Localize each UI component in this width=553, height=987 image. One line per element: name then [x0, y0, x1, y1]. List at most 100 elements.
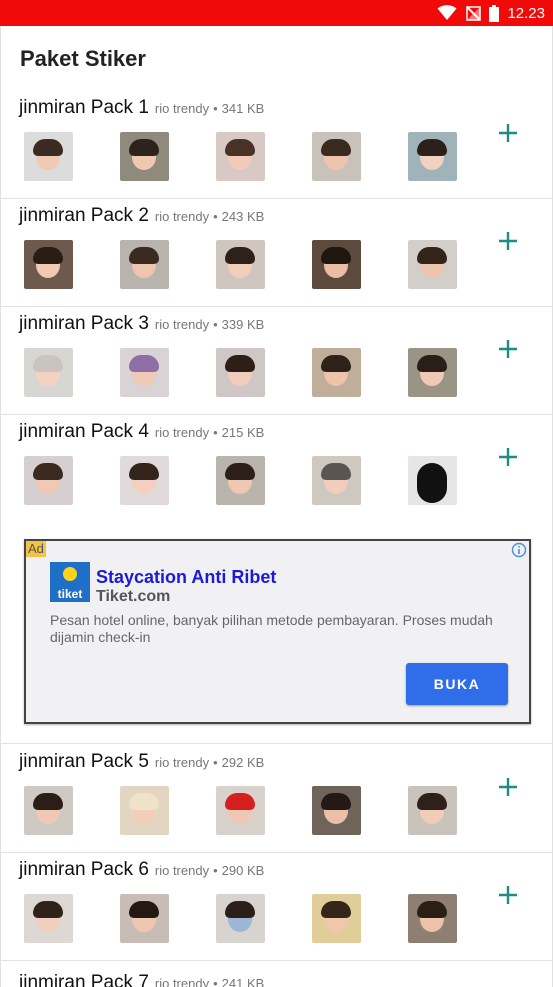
add-pack-button[interactable]: [496, 337, 520, 361]
sticker-thumbnail: [408, 786, 457, 835]
sticker-thumbnail: [24, 240, 73, 289]
sticker-thumbnail: [312, 786, 361, 835]
pack-name: jinmiran Pack 1: [19, 97, 149, 118]
pack-header: jinmiran Pack 6 rio trendy • 290 KB: [19, 859, 264, 881]
sticker-thumbnail: [120, 786, 169, 835]
pack-header: jinmiran Pack 2 rio trendy • 243 KB: [19, 205, 264, 227]
no-signal-icon: [465, 5, 482, 21]
bullet-separator: •: [213, 976, 218, 987]
pack-size: 290 KB: [221, 863, 265, 878]
ad-description: Pesan hotel online, banyak pilihan metod…: [50, 612, 493, 645]
status-bar: 12.23: [0, 0, 553, 26]
sticker-thumbnail: [312, 132, 361, 181]
add-pack-button[interactable]: [496, 121, 520, 145]
sticker-pack[interactable]: jinmiran Pack 2 rio trendy • 243 KB: [0, 199, 553, 307]
sticker-thumbnail: [120, 240, 169, 289]
ad-badge: Ad: [26, 541, 46, 557]
sticker-thumbnail: [312, 240, 361, 289]
sticker-thumbnail: [312, 456, 361, 505]
info-icon[interactable]: [511, 542, 527, 558]
battery-icon: [489, 4, 500, 22]
pack-header: jinmiran Pack 7 rio trendy • 241 KB: [19, 972, 264, 987]
sticker-pack[interactable]: jinmiran Pack 6 rio trendy • 290 KB: [0, 853, 553, 961]
sticker-thumbnail: [24, 132, 73, 181]
sticker-thumbnail: [120, 132, 169, 181]
advertiser-logo: tiket: [50, 562, 90, 602]
pack-size: 243 KB: [221, 209, 265, 224]
pack-author: rio trendy: [154, 976, 210, 987]
pack-author: rio trendy: [154, 209, 210, 224]
sticker-thumbnail: [408, 132, 457, 181]
add-pack-button[interactable]: [496, 229, 520, 253]
sticker-pack[interactable]: jinmiran Pack 4 rio trendy • 215 KB: [0, 415, 553, 525]
sticker-thumbnail: [408, 456, 457, 505]
sticker-thumbnail: [24, 456, 73, 505]
pack-author: rio trendy: [154, 425, 210, 440]
add-pack-button[interactable]: [496, 775, 520, 799]
sticker-thumbnail: [24, 894, 73, 943]
pack-name: jinmiran Pack 3: [19, 313, 149, 334]
pack-name: jinmiran Pack 5: [19, 751, 149, 772]
add-pack-button[interactable]: [496, 445, 520, 469]
sun-icon: [63, 567, 77, 581]
plus-icon: [496, 445, 520, 469]
ad-card[interactable]: Ad tiket Staycation Anti Ribet Tiket.com…: [24, 539, 531, 724]
pack-name: jinmiran Pack 7: [19, 972, 149, 987]
bullet-separator: •: [213, 755, 218, 770]
plus-icon: [496, 121, 520, 145]
pack-header: jinmiran Pack 1 rio trendy • 341 KB: [19, 97, 264, 119]
bullet-separator: •: [213, 101, 218, 116]
bullet-separator: •: [213, 863, 218, 878]
sticker-thumbnail: [120, 894, 169, 943]
sticker-thumbnail: [216, 348, 265, 397]
sticker-thumbnail: [216, 456, 265, 505]
add-pack-button[interactable]: [496, 883, 520, 907]
sticker-thumbnail: [408, 894, 457, 943]
clock: 12.23: [507, 4, 545, 22]
sticker-pack[interactable]: jinmiran Pack 7 rio trendy • 241 KB: [0, 961, 553, 987]
sticker-thumbnail: [216, 240, 265, 289]
sticker-thumbnail: [408, 240, 457, 289]
sticker-thumbnail: [312, 894, 361, 943]
pack-name: jinmiran Pack 2: [19, 205, 149, 226]
pack-author: rio trendy: [154, 317, 210, 332]
bullet-separator: •: [213, 317, 218, 332]
plus-icon: [496, 775, 520, 799]
sticker-thumbnail: [312, 348, 361, 397]
sticker-pack[interactable]: jinmiran Pack 3 rio trendy • 339 KB: [0, 307, 553, 415]
bullet-separator: •: [213, 209, 218, 224]
pack-size: 339 KB: [221, 317, 265, 332]
plus-icon: [496, 337, 520, 361]
sticker-thumbnail: [24, 348, 73, 397]
logo-text: tiket: [57, 587, 83, 601]
pack-header: jinmiran Pack 4 rio trendy • 215 KB: [19, 421, 264, 443]
divider: [0, 743, 553, 744]
sticker-thumbnail: [120, 456, 169, 505]
pack-name: jinmiran Pack 4: [19, 421, 149, 442]
pack-size: 341 KB: [221, 101, 265, 116]
plus-icon: [496, 883, 520, 907]
ad-open-button[interactable]: BUKA: [406, 663, 508, 705]
ad-title[interactable]: Staycation Anti Ribet: [96, 567, 276, 588]
plus-icon: [496, 229, 520, 253]
sticker-thumbnail: [408, 348, 457, 397]
sticker-pack[interactable]: jinmiran Pack 1 rio trendy • 341 KB: [0, 91, 553, 199]
pack-header: jinmiran Pack 3 rio trendy • 339 KB: [19, 313, 264, 335]
bullet-separator: •: [213, 425, 218, 440]
sticker-thumbnail: [216, 894, 265, 943]
pack-name: jinmiran Pack 6: [19, 859, 149, 880]
pack-size: 215 KB: [221, 425, 265, 440]
sticker-thumbnail: [24, 786, 73, 835]
pack-author: rio trendy: [154, 101, 210, 116]
wifi-icon: [437, 5, 457, 21]
ad-site: Tiket.com: [96, 588, 171, 605]
sticker-pack[interactable]: jinmiran Pack 5 rio trendy • 292 KB: [0, 745, 553, 853]
pack-size: 292 KB: [221, 755, 265, 770]
pack-author: rio trendy: [154, 755, 210, 770]
pack-author: rio trendy: [154, 863, 210, 878]
sticker-thumbnail: [216, 132, 265, 181]
pack-header: jinmiran Pack 5 rio trendy • 292 KB: [19, 751, 264, 773]
sticker-thumbnail: [120, 348, 169, 397]
pack-size: 241 KB: [221, 976, 265, 987]
page-title: Paket Stiker: [20, 46, 146, 71]
